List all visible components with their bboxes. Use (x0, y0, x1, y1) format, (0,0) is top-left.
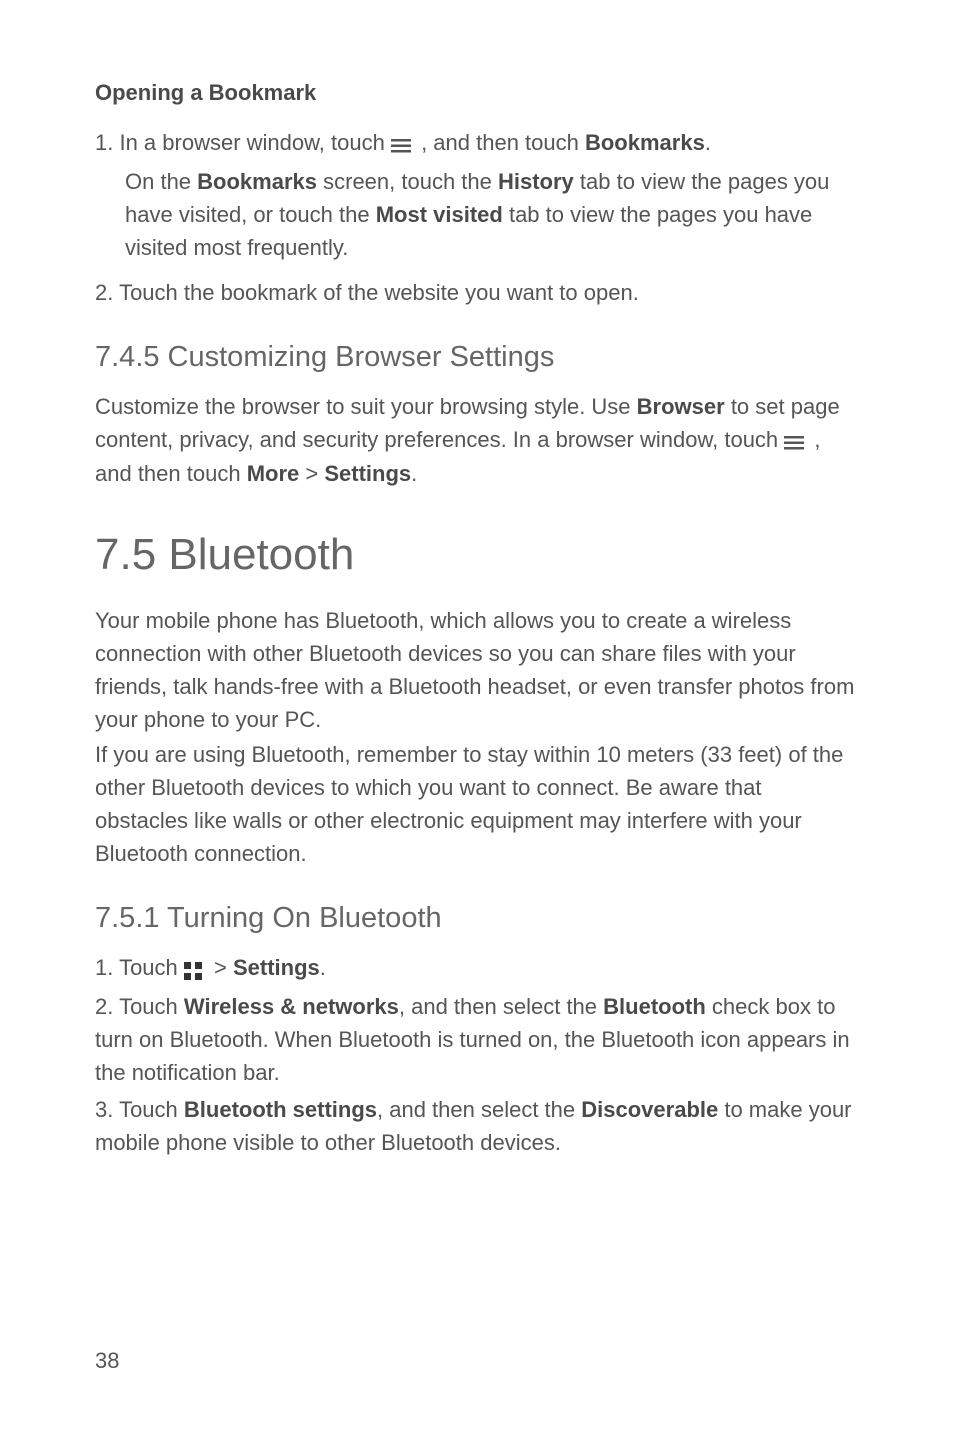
text: screen, touch the (317, 169, 498, 194)
text-bold: Most visited (376, 202, 503, 227)
turning-on-step2: 2. Touch Wireless & networks, and then s… (95, 990, 859, 1089)
text-bold: Settings (233, 955, 320, 980)
text: 1. In a browser window, touch (95, 130, 391, 155)
text: 2. Touch (95, 994, 184, 1019)
opening-bookmark-sub: On the Bookmarks screen, touch the Histo… (95, 165, 859, 264)
text: Customize the browser to suit your brows… (95, 394, 637, 419)
menu-icon (391, 128, 415, 161)
text: . (320, 955, 326, 980)
text-bold: More (247, 461, 300, 486)
page-number: 38 (95, 1348, 119, 1374)
apps-icon (184, 953, 208, 986)
text: , and then select the (377, 1097, 581, 1122)
text: . (411, 461, 417, 486)
text-bold: History (498, 169, 574, 194)
opening-bookmark-heading: Opening a Bookmark (95, 80, 859, 106)
text-bold: Browser (637, 394, 725, 419)
text-bold: Bluetooth (603, 994, 706, 1019)
text-bold: Bookmarks (585, 130, 705, 155)
text-bold: Wireless & networks (184, 994, 399, 1019)
text: , and then select the (399, 994, 603, 1019)
opening-bookmark-step1: 1. In a browser window, touch , and then… (95, 126, 859, 161)
text: > (299, 461, 324, 486)
text: > (214, 955, 233, 980)
opening-bookmark-step2: 2. Touch the bookmark of the website you… (95, 276, 859, 309)
text: 1. Touch (95, 955, 184, 980)
customizing-paragraph: Customize the browser to suit your brows… (95, 390, 859, 491)
text: 3. Touch (95, 1097, 184, 1122)
text-bold: Bookmarks (197, 169, 317, 194)
bluetooth-para1: Your mobile phone has Bluetooth, which a… (95, 604, 859, 736)
text: On the (125, 169, 197, 194)
customizing-heading: 7.4.5 Customizing Browser Settings (95, 341, 859, 374)
text-bold: Discoverable (581, 1097, 718, 1122)
menu-icon (784, 424, 808, 457)
text: , and then touch (421, 130, 585, 155)
text-bold: Bluetooth settings (184, 1097, 377, 1122)
turning-on-step3: 3. Touch Bluetooth settings, and then se… (95, 1093, 859, 1159)
turning-on-heading: 7.5.1 Turning On Bluetooth (95, 902, 859, 935)
bluetooth-para2: If you are using Bluetooth, remember to … (95, 738, 859, 870)
bluetooth-heading: 7.5 Bluetooth (95, 530, 859, 580)
turning-on-step1: 1. Touch > Settings. (95, 951, 859, 986)
text: . (705, 130, 711, 155)
text-bold: Settings (324, 461, 411, 486)
